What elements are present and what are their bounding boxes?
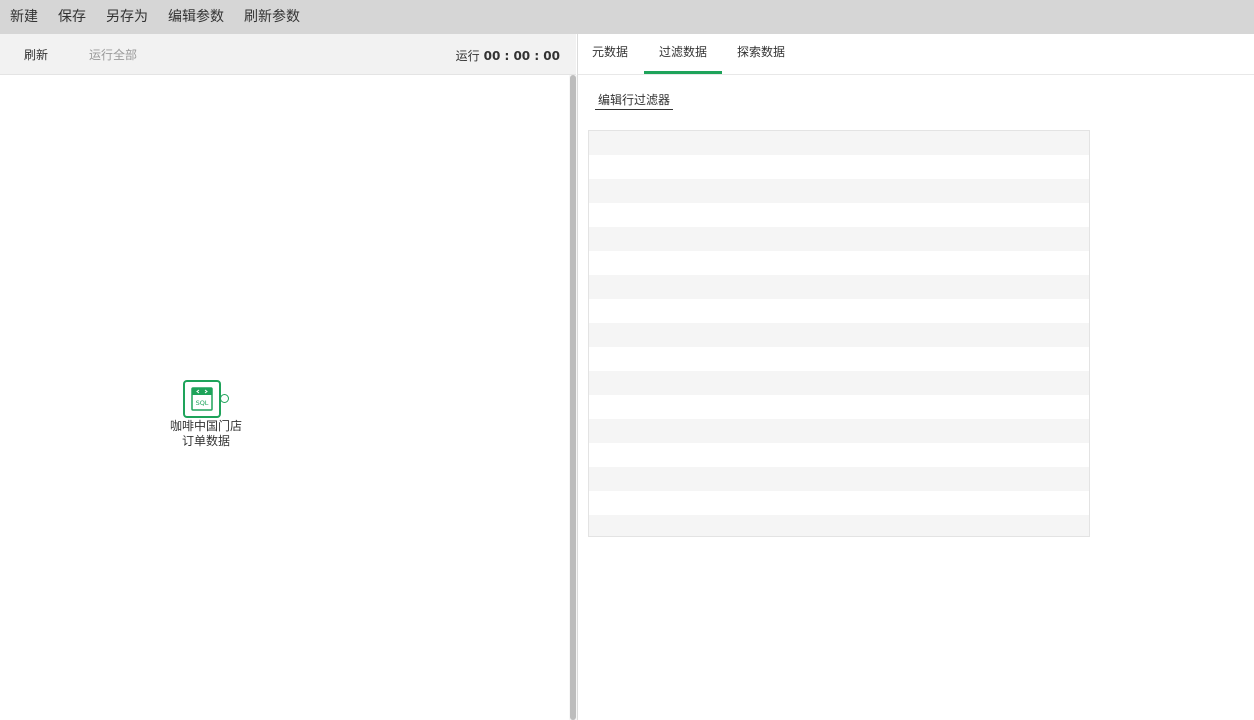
workflow-canvas[interactable] [0,75,569,720]
node-label-line2: 订单数据 [181,434,230,448]
workflow-panel: 刷新 运行全部 运行 00 : 00 : 00 [0,34,576,720]
node-output-port[interactable] [220,394,229,403]
tab-metadata[interactable]: 元数据 [586,34,634,74]
table-row [589,371,1089,395]
panel-splitter-handle[interactable] [570,75,576,720]
run-timer: 运行 00 : 00 : 00 [456,47,560,64]
menu-edit-params[interactable]: 编辑参数 [168,3,224,31]
table-row [589,251,1089,275]
table-row [589,299,1089,323]
table-row [589,227,1089,251]
workflow-toolbar: 刷新 运行全部 运行 00 : 00 : 00 [0,34,576,75]
menu-bar: 新建 保存 另存为 编辑参数 刷新参数 [0,0,1254,34]
data-tabs: 元数据 过滤数据 探索数据 [578,34,1254,75]
node-label-line1: 咖啡中国门店 [169,419,242,433]
menu-save[interactable]: 保存 [58,3,86,31]
table-row [589,419,1089,443]
table-row [589,443,1089,467]
table-row [589,275,1089,299]
table-row [589,491,1089,515]
table-row [589,467,1089,491]
run-timer-label: 运行 [455,49,480,63]
node-label: 咖啡中国门店 订单数据 [160,419,252,449]
tab-filter-data[interactable]: 过滤数据 [644,34,722,74]
table-row [589,347,1089,371]
edit-row-filter-link[interactable]: 编辑行过滤器 [595,91,674,110]
menu-refresh-params[interactable]: 刷新参数 [244,3,300,31]
refresh-button[interactable]: 刷新 [24,46,48,63]
sql-icon-text: SQL [196,399,209,407]
table-row [589,323,1089,347]
table-row [589,155,1089,179]
sql-icon: SQL [191,387,213,411]
table-row [589,203,1089,227]
table-row [589,179,1089,203]
sql-node[interactable]: SQL [183,380,221,418]
run-timer-value: 00 : 00 : 00 [483,49,560,63]
table-row [589,395,1089,419]
tab-explore-data[interactable]: 探索数据 [734,34,788,74]
menu-save-as[interactable]: 另存为 [106,3,148,31]
menu-new[interactable]: 新建 [10,3,38,31]
table-row [589,131,1089,155]
data-panel: 元数据 过滤数据 探索数据 编辑行过滤器 [578,34,1254,720]
filter-data-grid[interactable] [588,130,1090,537]
run-all-button[interactable]: 运行全部 [89,46,137,63]
table-row [589,515,1089,536]
